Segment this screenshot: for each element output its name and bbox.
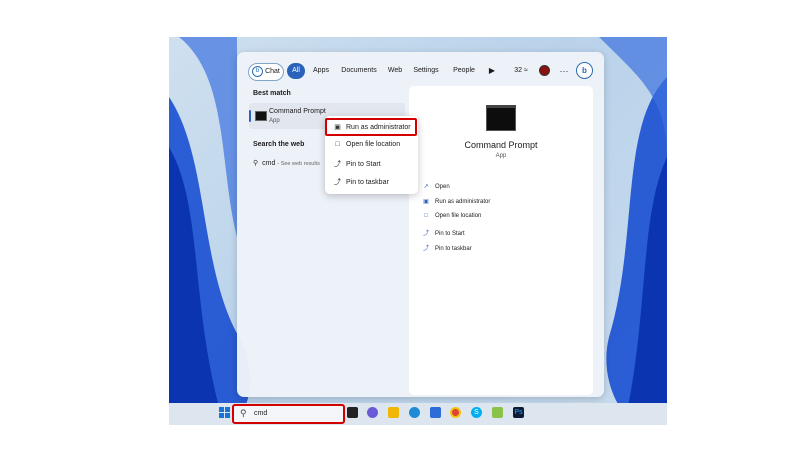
skype-icon[interactable]: S [471, 407, 482, 418]
taskbar-search-value: cmd [254, 410, 268, 417]
open-icon: ↗ [423, 184, 429, 190]
search-panel: b Chat All Apps Documents Web Settings Pe… [237, 52, 604, 397]
folder-icon: □ [335, 141, 340, 148]
web-result-item[interactable]: ⚲ cmd - See web results [253, 159, 320, 167]
chat-filter[interactable]: b Chat [248, 63, 284, 81]
apps-filter[interactable]: Apps [311, 63, 331, 79]
teams-chat-icon[interactable] [367, 407, 378, 418]
action-pin-to-start[interactable]: ⤴ Pin to Start [422, 228, 465, 237]
edge-icon[interactable] [409, 407, 420, 418]
ctx-pin-to-start[interactable]: ⤴ Pin to Start [333, 159, 381, 169]
pin-icon: ⤴ [334, 179, 341, 186]
bing-chat-icon: b [252, 65, 264, 77]
windows-start-icon[interactable] [219, 407, 231, 419]
all-filter[interactable]: All [287, 63, 305, 79]
pin-icon: ⤴ [422, 246, 429, 252]
more-options-icon[interactable]: ··· [557, 63, 571, 79]
taskbar-search-box[interactable]: ⚲ cmd [232, 404, 345, 424]
detail-type: App [495, 153, 507, 159]
play-icon[interactable]: ▶ [487, 63, 497, 79]
search-web-heading: Search the web [253, 141, 305, 148]
weather-chip[interactable]: 32 ≈ [511, 63, 531, 79]
command-prompt-large-icon [486, 105, 516, 131]
best-match-name: Command Prompt [269, 108, 326, 115]
search-icon: ⚲ [253, 160, 259, 167]
ctx-open-file-location[interactable]: □ Open file location [333, 141, 400, 148]
wifi-icon: ≈ [523, 67, 528, 74]
highlight-run-as-administrator [325, 118, 417, 136]
file-explorer-icon[interactable] [388, 407, 399, 418]
best-match-type: App [269, 118, 280, 124]
best-match-heading: Best match [253, 90, 291, 97]
ctx-pin-to-taskbar[interactable]: ⤴ Pin to taskbar [333, 177, 389, 187]
selection-indicator [249, 110, 251, 122]
filter-bar: b Chat All Apps Documents Web Settings Pe… [237, 52, 604, 86]
bing-icon[interactable]: b [576, 62, 593, 79]
action-open[interactable]: ↗ Open [422, 183, 449, 190]
detail-title: Command Prompt [464, 140, 538, 150]
web-hint: - See web results [277, 161, 320, 167]
settings-filter[interactable]: Settings [411, 63, 441, 79]
store-icon[interactable] [430, 407, 441, 418]
record-icon[interactable] [539, 63, 550, 79]
action-run-as-administrator[interactable]: ▣ Run as administrator [422, 198, 490, 205]
shield-icon: ▣ [423, 199, 429, 205]
action-open-file-location[interactable]: □ Open file location [422, 213, 481, 219]
people-filter[interactable]: People [449, 63, 479, 79]
chrome-icon[interactable] [450, 407, 461, 418]
task-view-icon[interactable] [347, 407, 358, 418]
web-query: cmd [262, 160, 276, 167]
search-icon: ⚲ [240, 408, 247, 418]
folder-icon: □ [424, 213, 428, 219]
action-pin-to-taskbar[interactable]: ⤴ Pin to taskbar [422, 243, 472, 252]
command-prompt-icon [255, 111, 267, 121]
detail-pane: Command Prompt App ↗ Open ▣ Run as adminis… [409, 86, 593, 395]
web-filter[interactable]: Web [386, 63, 404, 79]
documents-filter[interactable]: Documents [337, 63, 381, 79]
photoshop-icon[interactable]: Ps [513, 407, 524, 418]
pin-icon: ⤴ [422, 231, 429, 237]
notepad-icon[interactable] [492, 407, 503, 418]
pin-icon: ⤴ [334, 161, 341, 168]
